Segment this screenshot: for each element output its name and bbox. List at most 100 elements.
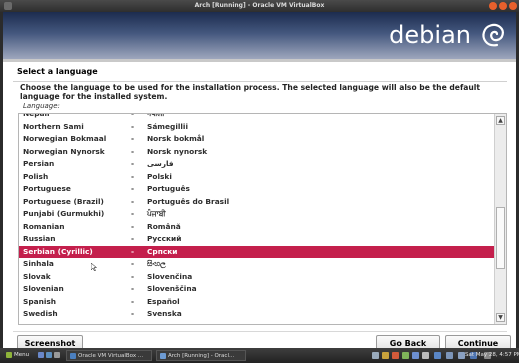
language-english-name: Nepali	[23, 113, 50, 118]
menu-icon	[6, 351, 12, 358]
scroll-up-icon[interactable]: ▲	[496, 116, 505, 125]
list-scrollbar[interactable]: ▲ ▼	[494, 114, 506, 324]
divider	[13, 331, 507, 332]
language-english-name: Polish	[23, 171, 49, 181]
language-separator: -	[131, 121, 135, 131]
tray-icon[interactable]	[402, 352, 409, 359]
language-english-name: Norwegian Nynorsk	[23, 146, 105, 156]
section-title: Select a language	[17, 67, 98, 76]
tray-icon[interactable]	[372, 352, 379, 359]
language-separator: -	[131, 171, 135, 181]
language-native-name: Norsk bokmål	[147, 134, 205, 143]
volume-icon[interactable]	[446, 352, 453, 359]
language-native-name: Português	[147, 184, 190, 193]
language-row[interactable]: Northern Sami - Sámegillii	[19, 121, 494, 134]
language-native-name: Română	[147, 221, 181, 231]
mouse-pointer-icon	[91, 263, 97, 271]
taskbar-item-label: Oracle VM VirtualBox ...	[78, 353, 144, 359]
language-native-name: ਪੰਜਾਬੀ	[147, 209, 166, 218]
tray-icon[interactable]	[412, 352, 419, 359]
language-native-name: සිංහල	[147, 259, 166, 268]
minimize-icon[interactable]	[489, 2, 497, 10]
language-separator: -	[131, 296, 135, 306]
scrollbar-thumb[interactable]	[496, 207, 505, 269]
language-separator: -	[131, 184, 135, 193]
language-english-name: Sinhala	[23, 259, 54, 268]
window-titlebar[interactable]: Arch [Running] - Oracle VM VirtualBox	[0, 0, 519, 12]
language-native-name: Svenska	[147, 309, 182, 318]
language-english-name: Persian	[23, 159, 55, 168]
language-english-name: Slovak	[23, 271, 51, 281]
language-separator: -	[131, 221, 135, 231]
language-native-name: Norsk nynorsk	[147, 146, 208, 156]
language-english-name: Norwegian Bokmaal	[23, 134, 107, 143]
language-row[interactable]: Romanian - Română	[19, 221, 494, 234]
language-row[interactable]: Slovenian - Slovenščina	[19, 283, 494, 296]
window-icon	[160, 352, 166, 359]
language-row[interactable]: Polish - Polski	[19, 171, 494, 184]
instruction-text: Choose the language to be used for the i…	[20, 83, 481, 101]
clock[interactable]: Sat May 28, 4:57 PM	[465, 348, 519, 363]
divider	[13, 81, 507, 82]
language-separator: -	[131, 259, 135, 268]
browser-icon[interactable]	[46, 351, 52, 358]
file-manager-icon[interactable]	[38, 351, 44, 358]
battery-icon[interactable]	[458, 352, 465, 359]
tray-icon[interactable]	[422, 352, 429, 359]
language-row[interactable]: Serbian (Cyrillic) - Српски	[19, 245, 494, 258]
vm-screen: debian Select a language Choose the lang…	[3, 12, 516, 351]
language-english-name: Romanian	[23, 221, 65, 231]
tray-icon[interactable]	[382, 352, 389, 359]
language-separator: -	[131, 271, 135, 281]
language-row[interactable]: Russian - Русский	[19, 233, 494, 246]
language-list-label: Language:	[23, 102, 60, 110]
language-english-name: Portuguese	[23, 184, 71, 193]
language-native-name: Slovenčina	[147, 271, 193, 281]
language-row[interactable]: Portuguese - Português	[19, 183, 494, 196]
language-native-name: Português do Brasil	[147, 196, 230, 206]
maximize-icon[interactable]	[499, 2, 507, 10]
language-english-name: Portuguese (Brazil)	[23, 196, 104, 206]
language-row[interactable]: Nepali - नेपाली	[19, 113, 494, 121]
scroll-down-icon[interactable]: ▼	[496, 313, 505, 322]
language-list[interactable]: Nepali - नेपाली Northern Sami - Sámegillii Nor…	[18, 113, 507, 325]
debian-swirl-icon	[482, 23, 504, 47]
language-english-name: Punjabi (Gurmukhi)	[23, 209, 105, 218]
language-row[interactable]: Portuguese (Brazil) - Português do Brasil	[19, 196, 494, 209]
menu-label: Menu	[14, 352, 30, 358]
language-row[interactable]: Norwegian Nynorsk - Norsk nynorsk	[19, 146, 494, 159]
taskbar-item-virtualbox[interactable]: Oracle VM VirtualBox ...	[66, 350, 152, 361]
window-title: Arch [Running] - Oracle VM VirtualBox	[194, 2, 325, 9]
language-english-name: Northern Sami	[23, 121, 84, 131]
language-row[interactable]: Slovak - Slovenčina	[19, 271, 494, 284]
language-english-name: Spanish	[23, 296, 57, 306]
language-row[interactable]: Swedish - Svenska	[19, 308, 494, 321]
language-separator: -	[131, 209, 135, 218]
tray-icon[interactable]	[392, 352, 399, 359]
language-native-name: Sámegillii	[147, 121, 188, 131]
language-native-name: नेपाली	[147, 113, 165, 118]
language-native-name: Polski	[147, 171, 172, 181]
language-rows: Nepali - नेपाली Northern Sami - Sámegillii Nor…	[19, 113, 494, 321]
taskbar-item-label: Arch [Running] - Oracl...	[168, 353, 235, 359]
language-native-name: فارسی	[147, 159, 174, 168]
debian-logo-text: debian	[389, 21, 471, 49]
taskbar-item-arch[interactable]: Arch [Running] - Oracl...	[156, 350, 246, 361]
virtualbox-icon	[70, 352, 76, 359]
language-english-name: Swedish	[23, 309, 58, 318]
language-row[interactable]: Punjabi (Gurmukhi) - ਪੰਜਾਬੀ	[19, 208, 494, 221]
language-row[interactable]: Persian - فارسی	[19, 158, 494, 171]
language-native-name: Slovenščina	[147, 284, 197, 293]
language-english-name: Slovenian	[23, 284, 64, 293]
quick-launch[interactable]	[38, 348, 62, 363]
menu-button[interactable]: Menu	[6, 348, 29, 363]
language-row[interactable]: Norwegian Bokmaal - Norsk bokmål	[19, 133, 494, 146]
language-row[interactable]: Spanish - Español	[19, 296, 494, 309]
language-separator: -	[131, 196, 135, 206]
language-separator: -	[131, 113, 135, 118]
terminal-icon[interactable]	[54, 351, 60, 358]
language-separator: -	[131, 134, 135, 143]
network-icon[interactable]	[434, 352, 441, 359]
language-native-name: Српски	[147, 246, 178, 256]
close-icon[interactable]	[509, 2, 517, 10]
